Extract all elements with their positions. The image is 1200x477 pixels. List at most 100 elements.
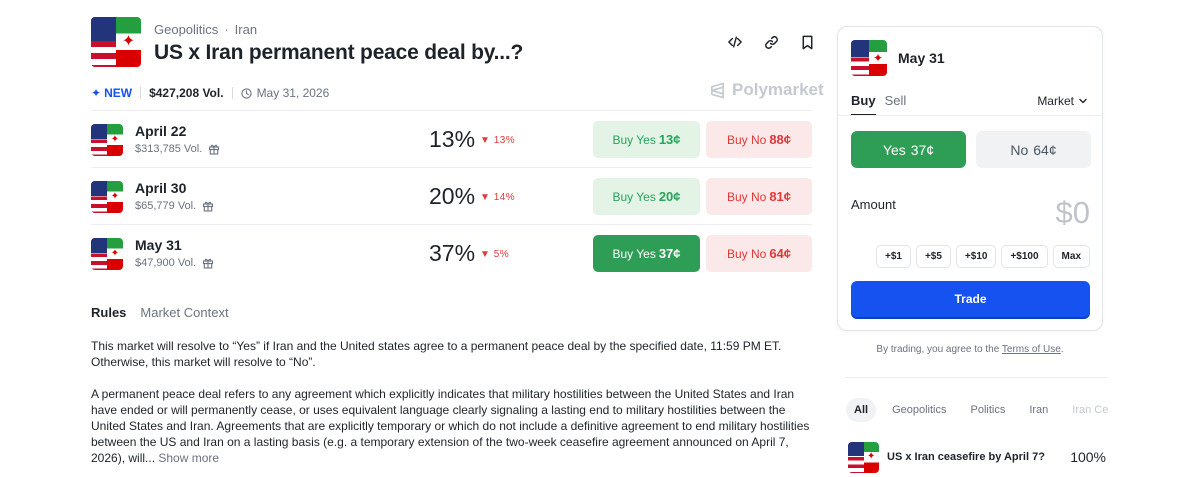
code-icon[interactable]: [724, 31, 746, 53]
related-market[interactable]: US x Iran ceasefire by April 7? 100%: [848, 441, 1106, 473]
link-icon[interactable]: [760, 31, 782, 53]
terms-notice: By trading, you agree to the Terms of Us…: [837, 344, 1103, 355]
outcome-yes-label: Yes: [882, 141, 906, 158]
gift-icon: [203, 201, 214, 212]
trade-button[interactable]: Trade: [851, 281, 1090, 317]
category-politics[interactable]: Politics: [962, 398, 1013, 422]
page-title: US x Iran permanent peace deal by...?: [154, 41, 524, 64]
triangle-down-icon: ▼: [480, 135, 491, 146]
buy-no-price: 81¢: [769, 189, 792, 204]
gift-icon: [203, 258, 214, 269]
amount-label: Amount: [851, 197, 896, 212]
terms-prefix: By trading, you agree to the: [876, 344, 1000, 355]
market-row-thumbnail: [91, 124, 123, 156]
new-badge-label: NEW: [104, 86, 133, 100]
market-row-change-value: 14%: [493, 192, 516, 203]
add-100-button[interactable]: +$100: [1001, 245, 1048, 268]
category-all[interactable]: All: [846, 398, 877, 422]
market-row[interactable]: April 30 $65,779 Vol. 20% ▼ 14% Buy Yes2…: [91, 167, 812, 224]
buy-no-label: Buy No: [726, 246, 767, 261]
market-row-percent: 13%: [429, 126, 476, 152]
polymarket-wordmark: Polymarket: [732, 80, 824, 99]
new-badge: ✦ NEW: [91, 86, 132, 100]
market-row-name: April 22: [135, 123, 187, 139]
terms-suffix: .: [1060, 344, 1064, 355]
end-date-label: May 31, 2026: [256, 86, 330, 100]
market-row[interactable]: May 31 $47,900 Vol. 37% ▼ 5% Buy Yes37¢ …: [91, 224, 812, 281]
outcome-no-label: No: [1010, 141, 1029, 158]
buy-no-label: Buy No: [726, 189, 767, 204]
trade-panel-market: May 31: [898, 50, 945, 66]
buy-no-button[interactable]: Buy No 88¢: [706, 121, 812, 158]
add-10-button[interactable]: +$10: [955, 245, 997, 268]
breadcrumb-subcategory[interactable]: Iran: [235, 22, 257, 37]
market-row-name: May 31: [135, 237, 182, 253]
chevron-down-icon: [1079, 98, 1087, 104]
buy-yes-price: 20¢: [658, 189, 681, 204]
market-row-change: ▼ 13%: [480, 135, 515, 146]
market-row-volume-label: $313,785 Vol.: [135, 143, 203, 155]
buy-yes-label: Buy Yes: [612, 246, 656, 261]
market-list: April 22 $313,785 Vol. 13% ▼ 13% Buy Yes…: [91, 110, 812, 281]
polymarket-logo-icon: [710, 82, 725, 98]
terms-of-use-link[interactable]: Terms of Use: [1002, 344, 1061, 355]
tab-sell[interactable]: Sell: [885, 93, 907, 116]
market-row-change-value: 13%: [493, 135, 516, 146]
trade-panel-thumbnail: [851, 40, 887, 76]
related-market-percent: 100%: [1070, 449, 1106, 465]
tab-buy[interactable]: Buy: [851, 93, 876, 116]
buy-yes-label: Buy Yes: [612, 132, 656, 147]
market-row-volume: $47,900 Vol.: [135, 257, 214, 269]
breadcrumb-separator: ·: [224, 22, 229, 37]
market-row-volume-label: $65,779 Vol.: [135, 200, 197, 212]
triangle-down-icon: ▼: [480, 249, 491, 260]
buy-yes-button[interactable]: Buy Yes 13¢: [593, 121, 700, 158]
market-row[interactable]: April 22 $313,785 Vol. 13% ▼ 13% Buy Yes…: [91, 110, 812, 167]
buy-no-price: 64¢: [769, 246, 792, 261]
show-more-link[interactable]: Show more: [158, 451, 219, 465]
buy-yes-button[interactable]: Buy Yes 37¢: [593, 235, 700, 272]
market-row-percent: 37%: [429, 240, 476, 266]
divider: [231, 87, 233, 99]
category-filter: All Geopolitics Politics Iran Iran Ce: [846, 398, 1108, 422]
market-thumbnail: [91, 17, 141, 67]
buy-sell-tabs: Buy Sell: [851, 93, 906, 116]
buy-no-label: Buy No: [726, 132, 767, 147]
bookmark-icon[interactable]: [796, 31, 818, 53]
rules-paragraph: This market will resolve to “Yes” if Ira…: [91, 339, 782, 369]
market-row-volume: $65,779 Vol.: [135, 200, 214, 212]
amount-chips: +$1 +$5 +$10 +$100 Max: [875, 245, 1090, 268]
outcome-yes-button[interactable]: Yes 37¢: [851, 131, 966, 168]
buy-yes-button[interactable]: Buy Yes 20¢: [593, 178, 700, 215]
breadcrumb: Geopolitics · Iran: [154, 22, 257, 37]
total-volume: $427,208 Vol.: [149, 86, 224, 100]
tab-rules[interactable]: Rules: [91, 305, 126, 320]
polymarket-logo: Polymarket: [709, 80, 824, 100]
add-5-button[interactable]: +$5: [915, 245, 951, 268]
amount-input[interactable]: $0: [1056, 195, 1090, 231]
tab-market-context[interactable]: Market Context: [140, 305, 228, 320]
order-type-select[interactable]: Market: [1037, 94, 1088, 108]
outcome-no-button[interactable]: No 64¢: [976, 131, 1091, 168]
buy-no-button[interactable]: Buy No 64¢: [706, 235, 812, 272]
divider: [140, 87, 142, 99]
category-iran[interactable]: Iran: [1021, 398, 1056, 422]
category-geopolitics[interactable]: Geopolitics: [884, 398, 954, 422]
related-market-title: US x Iran ceasefire by April 7?: [887, 451, 1045, 463]
market-row-thumbnail: [91, 181, 123, 213]
divider: [846, 377, 1108, 378]
order-type-label: Market: [1037, 94, 1074, 108]
add-1-button[interactable]: +$1: [875, 245, 911, 268]
market-row-percent: 20%: [429, 183, 476, 209]
divider: [838, 115, 1102, 116]
buy-no-button[interactable]: Buy No 81¢: [706, 178, 812, 215]
market-row-thumbnail: [91, 238, 123, 270]
buy-yes-price: 37¢: [658, 246, 681, 261]
max-button[interactable]: Max: [1052, 245, 1090, 268]
category-iran-ceasefire[interactable]: Iran Ce: [1064, 398, 1108, 422]
header-actions: [724, 31, 818, 53]
market-row-volume: $313,785 Vol.: [135, 143, 220, 155]
breadcrumb-category[interactable]: Geopolitics: [154, 22, 218, 37]
related-market-thumbnail: [848, 441, 879, 473]
gift-icon: [209, 144, 220, 155]
